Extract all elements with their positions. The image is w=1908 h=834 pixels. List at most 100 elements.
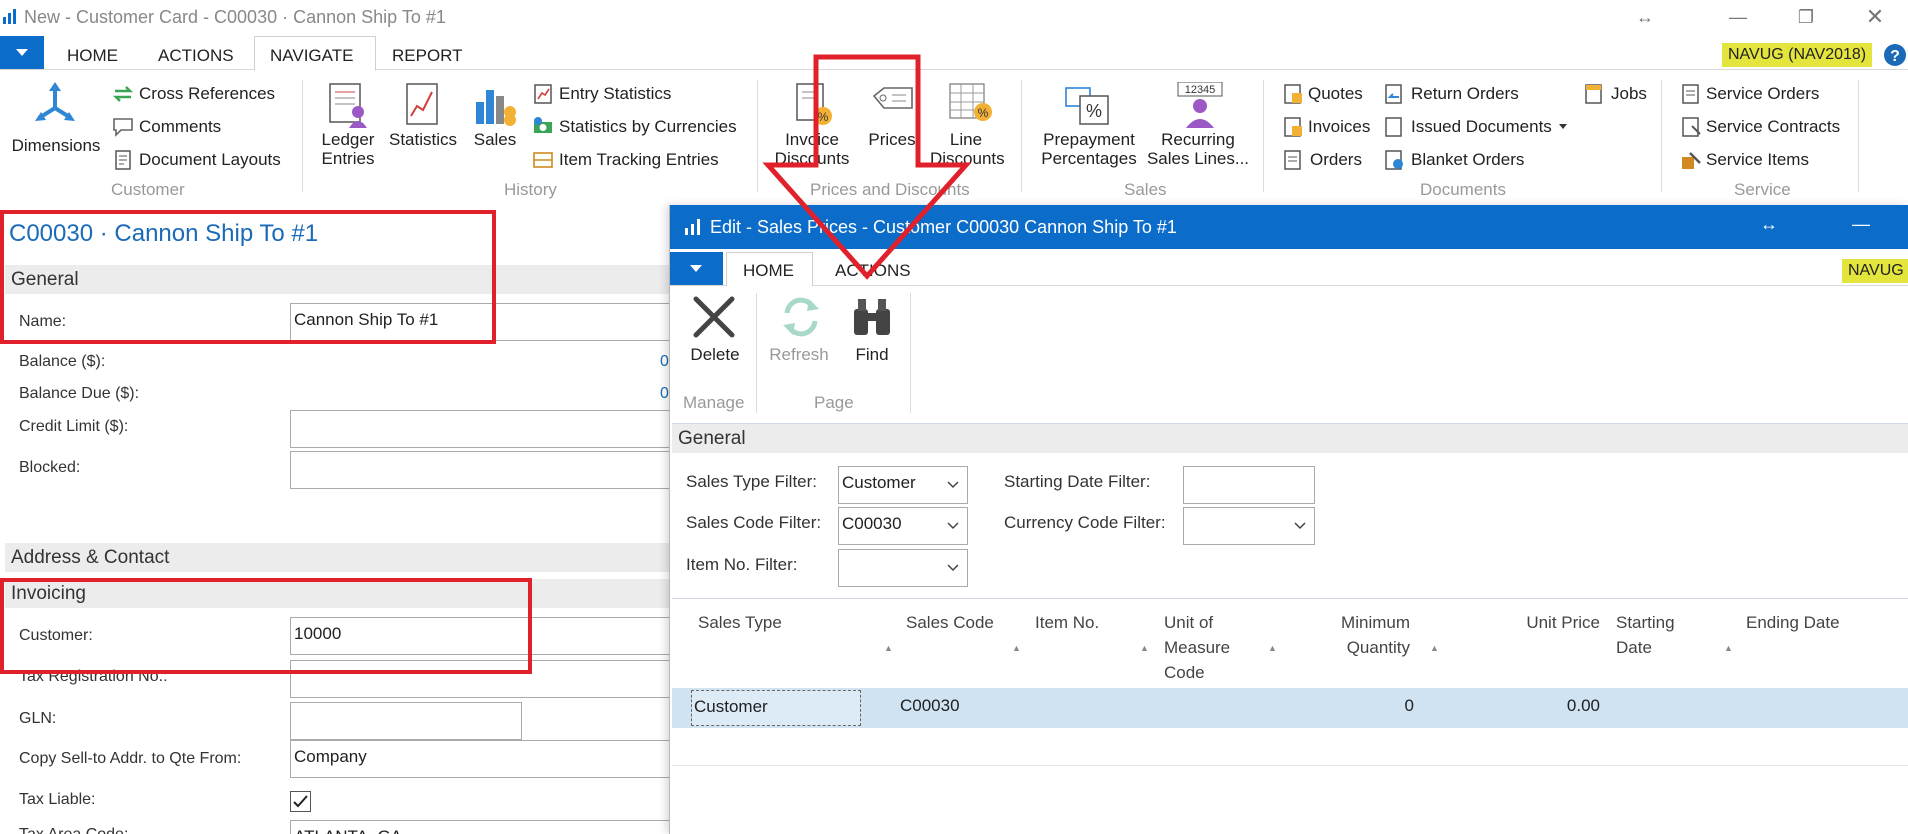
- tax-liable-checkbox[interactable]: [290, 791, 311, 812]
- service-orders-label: Service Orders: [1706, 84, 1820, 103]
- cross-references-label: Cross References: [139, 84, 276, 103]
- statistics-by-currencies-label: Statistics by Currencies: [559, 117, 737, 136]
- return-orders-button[interactable]: Return Orders: [1383, 82, 1519, 106]
- blanket-orders-button[interactable]: Blanket Orders: [1383, 148, 1524, 172]
- service-contracts-label: Service Contracts: [1706, 117, 1841, 136]
- col-header-starting-date[interactable]: Starting Date: [1616, 610, 1675, 660]
- find-button[interactable]: Find: [842, 295, 902, 367]
- currency-code-filter-select[interactable]: [1183, 507, 1315, 545]
- dialog-menu-button[interactable]: [670, 252, 723, 285]
- resize-icon[interactable]: ↔: [1625, 4, 1665, 30]
- item-tracking-entries-button[interactable]: Item Tracking Entries: [532, 148, 719, 172]
- statistics-button[interactable]: Statistics: [386, 82, 460, 154]
- service-orders-button[interactable]: Service Orders: [1680, 82, 1819, 106]
- jobs-button[interactable]: Jobs: [1583, 82, 1647, 106]
- restore-button[interactable]: ❐: [1786, 4, 1826, 30]
- balance-due-value[interactable]: 0: [660, 385, 669, 403]
- col-header-ending-date[interactable]: Ending Date: [1746, 610, 1840, 635]
- tax-area-label: Tax Area Code:: [19, 826, 128, 834]
- min-qty-cell[interactable]: 0: [1350, 696, 1414, 716]
- copy-sell-to-field[interactable]: Company: [290, 740, 690, 778]
- col-sales-code-label: Sales Code: [906, 613, 994, 632]
- tab-report[interactable]: REPORT: [392, 46, 463, 66]
- sales-type-filter-select[interactable]: Customer: [838, 466, 968, 504]
- cross-references-button[interactable]: Cross References: [112, 82, 275, 106]
- close-button[interactable]: ✕: [1855, 4, 1895, 30]
- recurring-sales-lines-button[interactable]: 12345 Recurring Sales Lines...: [1146, 82, 1250, 174]
- item-no-filter-label: Item No. Filter:: [686, 555, 798, 574]
- sales-group-label: Sales: [1124, 180, 1167, 199]
- comment-icon: [112, 117, 134, 137]
- tax-area-field[interactable]: ATLANTA, GA: [290, 820, 690, 834]
- ledger-entries-button[interactable]: Ledger Entries: [312, 82, 384, 174]
- invoices-button[interactable]: Invoices: [1282, 115, 1370, 139]
- col-header-unit-of-measure[interactable]: Unit of Measure Code: [1164, 610, 1230, 685]
- col-header-sales-type[interactable]: Sales Type: [698, 610, 782, 635]
- orders-button[interactable]: Orders: [1282, 148, 1362, 172]
- comments-label: Comments: [139, 117, 222, 136]
- sales-type-cell[interactable]: Customer: [691, 690, 861, 726]
- tab-navigate[interactable]: NAVIGATE: [270, 46, 353, 66]
- recurring-label-1: Recurring: [1161, 130, 1235, 149]
- entry-statistics-button[interactable]: Entry Statistics: [532, 82, 671, 106]
- ribbon-separator: [1021, 80, 1022, 192]
- quotes-icon: [1282, 83, 1304, 105]
- statistics-label: Statistics: [388, 130, 458, 149]
- history-group-label: History: [504, 180, 557, 199]
- col-header-min-qty[interactable]: Minimum Quantity: [1280, 610, 1410, 660]
- balance-value[interactable]: 0: [660, 353, 669, 371]
- currency-code-filter-label: Currency Code Filter:: [1004, 513, 1166, 532]
- dialog-ribbon-separator: [756, 293, 757, 413]
- dialog-general-header[interactable]: [672, 423, 1908, 453]
- app-menu-button[interactable]: [0, 36, 44, 69]
- dialog-badge[interactable]: NAVUG: [1842, 259, 1908, 283]
- row-divider: [672, 765, 1908, 766]
- quotes-button[interactable]: Quotes: [1282, 82, 1363, 106]
- item-no-filter-select[interactable]: [838, 549, 968, 587]
- unit-price-cell[interactable]: 0.00: [1490, 696, 1600, 716]
- help-icon[interactable]: ?: [1883, 43, 1907, 67]
- item-tracking-entries-label: Item Tracking Entries: [559, 150, 719, 169]
- sales-icon: [474, 82, 524, 128]
- return-orders-label: Return Orders: [1411, 84, 1519, 103]
- blocked-field[interactable]: [290, 451, 690, 489]
- issued-documents-button[interactable]: Issued Documents: [1383, 115, 1568, 139]
- jobs-icon: [1583, 83, 1605, 105]
- dialog-resize-icon[interactable]: ↔: [1760, 214, 1778, 235]
- delete-button[interactable]: Delete: [682, 295, 748, 367]
- statistics-by-currencies-button[interactable]: Statistics by Currencies: [532, 115, 737, 139]
- col-header-sales-code[interactable]: Sales Code: [906, 610, 994, 635]
- sales-button[interactable]: Sales: [466, 82, 524, 154]
- starting-date-filter-label: Starting Date Filter:: [1004, 472, 1151, 491]
- gln-field[interactable]: [290, 702, 522, 740]
- dialog-ribbon-separator: [910, 293, 911, 413]
- service-contracts-button[interactable]: Service Contracts: [1680, 115, 1840, 139]
- window-title: New - Customer Card - C00030 · Cannon Sh…: [24, 7, 446, 27]
- service-items-button[interactable]: Service Items: [1680, 148, 1809, 172]
- sales-code-filter-select[interactable]: C00030: [838, 507, 968, 545]
- document-layouts-button[interactable]: Document Layouts: [112, 148, 281, 172]
- gln-label: GLN:: [19, 710, 57, 727]
- entry-statistics-icon: [532, 83, 554, 105]
- company-badge[interactable]: NAVUG (NAV2018): [1722, 43, 1873, 67]
- dimensions-button[interactable]: Dimensions: [8, 82, 104, 155]
- svg-text:12345: 12345: [1185, 84, 1216, 96]
- sales-label: Sales: [473, 130, 517, 149]
- checkmark-icon: [293, 795, 308, 808]
- customer-group-label: Customer: [111, 180, 185, 199]
- dialog-minimize-button[interactable]: —: [1852, 214, 1870, 235]
- col-header-item-no[interactable]: Item No.: [1035, 610, 1099, 635]
- tab-home[interactable]: HOME: [67, 46, 118, 66]
- tab-actions[interactable]: ACTIONS: [158, 46, 234, 66]
- credit-limit-field[interactable]: [290, 410, 690, 448]
- sales-code-cell[interactable]: C00030: [900, 696, 960, 716]
- item-tracking-icon: [532, 149, 554, 171]
- statistics-icon: [404, 82, 460, 128]
- ribbon-separator: [757, 80, 758, 192]
- comments-button[interactable]: Comments: [112, 115, 221, 139]
- starting-date-filter-field[interactable]: [1183, 466, 1315, 504]
- balance-label: Balance ($):: [19, 353, 106, 370]
- prepayment-percentages-button[interactable]: % Prepayment Percentages: [1034, 82, 1144, 174]
- col-header-unit-price[interactable]: Unit Price: [1490, 610, 1600, 635]
- minimize-button[interactable]: —: [1718, 4, 1758, 30]
